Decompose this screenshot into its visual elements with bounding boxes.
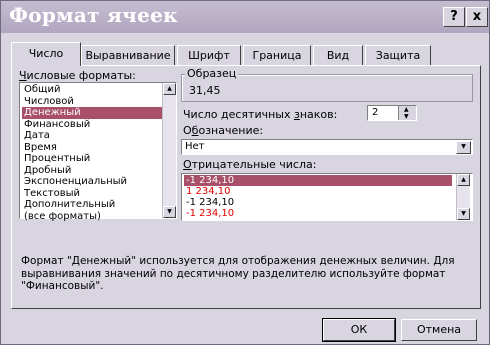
tab-alignment[interactable]: Выравнивание [81,45,175,65]
dropdown-arrow-icon[interactable]: ▼ [456,141,471,154]
negative-item[interactable]: 1 234,10 [184,186,452,197]
spin-down-icon[interactable]: ▼ [404,113,409,120]
list-item[interactable]: Дополнительный [22,199,164,211]
list-item[interactable]: Экспоненциальный [22,176,164,188]
list-item[interactable]: Дата [22,130,164,142]
decimals-spinner[interactable]: 2 ▲ ▼ [367,105,417,121]
list-item[interactable]: Процентный [22,153,164,165]
symbol-select[interactable]: Нет ▼ [181,139,473,155]
list-item[interactable]: Числовой [22,96,164,108]
list-item[interactable]: Финансовый [22,119,164,131]
help-button[interactable]: ? [443,7,465,27]
dialog-title: Формат ячеек [9,3,178,27]
list-item[interactable]: Время [22,142,164,154]
negative-scrollbar[interactable]: ▲ ▼ [456,174,470,220]
scroll-up-icon[interactable]: ▲ [163,83,176,95]
tab-border[interactable]: Граница [243,45,311,65]
tab-protection[interactable]: Защита [365,45,431,65]
negative-item[interactable]: -1 234,10 [184,208,452,219]
negative-item[interactable]: -1 234,10 [184,197,452,208]
format-description: Формат "Денежный" используется для отобр… [21,255,455,292]
formats-label: Числовые форматы: [19,69,136,82]
scroll-up-icon[interactable]: ▲ [457,174,470,186]
tab-font[interactable]: Шрифт [177,45,241,65]
list-item: (все форматы) [24,210,101,222]
close-button[interactable]: x [466,7,488,27]
decimals-value[interactable]: 2 [372,107,378,118]
scroll-down-icon[interactable]: ▼ [457,208,470,220]
spin-up-icon[interactable]: ▲ [404,106,409,113]
sample-label: Образец [185,67,239,80]
spin-buttons[interactable]: ▲ ▼ [398,106,416,120]
negative-label: Отрицательные числа: [183,158,317,171]
tab-view[interactable]: Вид [313,45,363,65]
negative-listbox[interactable]: -1 234,10 1 234,10 -1 234,10 -1 234,10 ▲… [181,173,473,221]
format-cells-dialog: Формат ячеек ? x Число Выравнивание Шриф… [0,0,490,345]
ok-button[interactable]: ОК [322,318,396,342]
sample-value: 31,45 [189,84,221,97]
list-item-selected[interactable]: Денежный [22,107,164,119]
list-item[interactable]: Текстовый [22,188,164,200]
negative-item-selected[interactable]: -1 234,10 [184,175,452,186]
list-item[interactable]: Дробный [22,165,164,177]
cancel-button[interactable]: Отмена [401,319,477,341]
symbol-value: Нет [185,141,205,152]
tab-number[interactable]: Число [11,42,81,66]
scroll-down-icon[interactable]: ▼ [163,206,176,218]
decimals-label: Число десятичных знаков: [183,108,338,121]
formats-scrollbar[interactable]: ▲ ▼ [162,83,176,218]
list-item[interactable]: Общий [22,84,164,96]
symbol-label: Обозначение: [183,124,264,137]
formats-listbox[interactable]: Общий Числовой Денежный Финансовый Дата … [19,82,177,222]
title-bar[interactable]: Формат ячеек ? x [1,1,489,33]
